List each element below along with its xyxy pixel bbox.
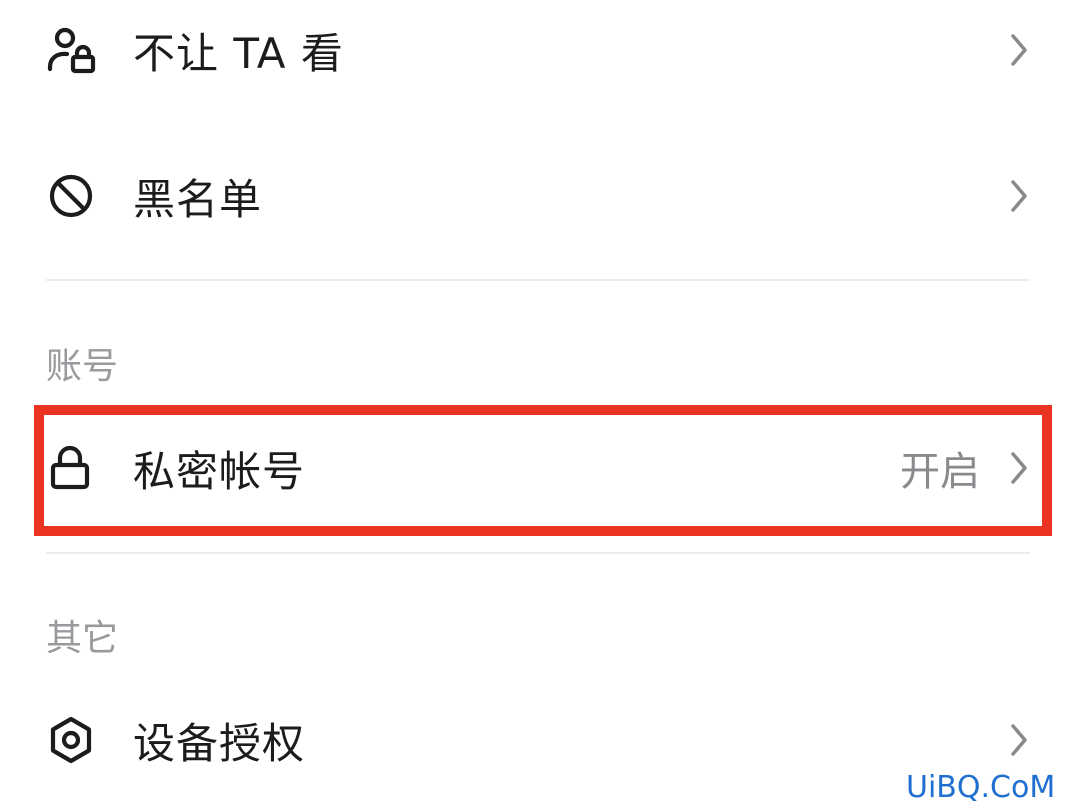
chevron-right-icon: [1006, 176, 1032, 216]
lock-icon: [46, 443, 96, 493]
user-lock-icon: [46, 25, 96, 75]
settings-row-label: 不让 TA 看: [133, 28, 344, 78]
settings-row-hide-from[interactable]: 不让 TA 看: [0, 0, 1080, 100]
settings-row-label: 设备授权: [133, 718, 306, 768]
section-divider: [46, 279, 1030, 281]
hexagon-device-icon: [46, 715, 96, 765]
chevron-right-icon: [1006, 448, 1032, 488]
chevron-right-icon: [1006, 720, 1032, 760]
settings-row-label: 私密帐号: [133, 446, 306, 496]
section-header-other: 其它: [46, 618, 119, 659]
settings-row-private-account[interactable]: 私密帐号 开启: [0, 418, 1080, 518]
section-divider: [46, 552, 1030, 554]
private-account-status: 开启: [900, 449, 980, 495]
block-icon: [46, 171, 96, 221]
privacy-settings-page: 不让 TA 看 黑名单 账号 私密帐号 开启 其它 设备授权 UiBQ.CoM: [0, 0, 1080, 810]
settings-row-label: 黑名单: [133, 174, 263, 224]
settings-row-blacklist[interactable]: 黑名单: [0, 146, 1080, 246]
watermark: UiBQ.CoM: [906, 770, 1056, 805]
chevron-right-icon: [1006, 30, 1032, 70]
section-header-account: 账号: [46, 346, 119, 387]
